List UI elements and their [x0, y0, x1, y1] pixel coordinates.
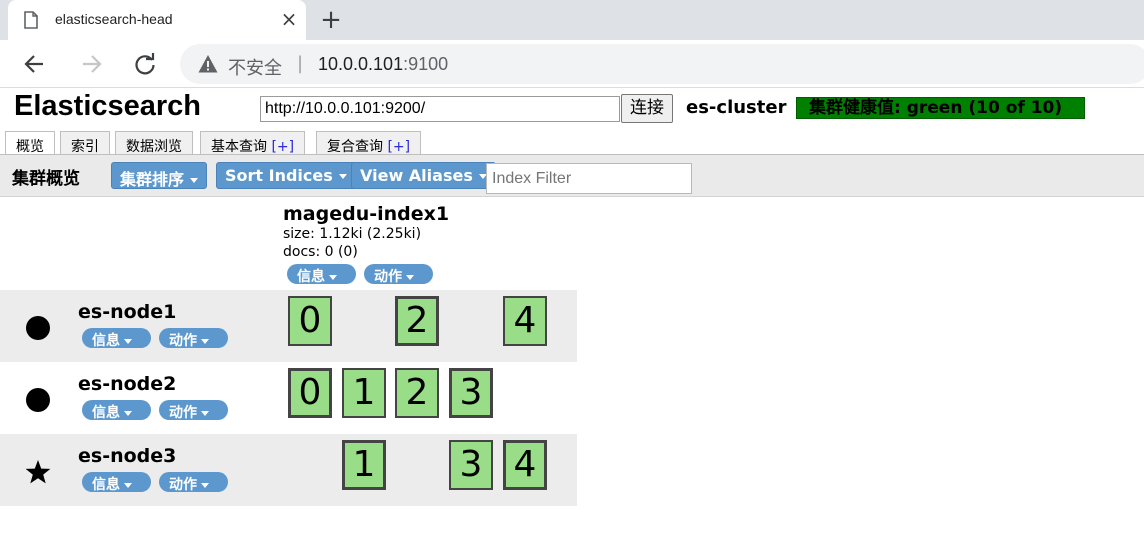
node-action-button[interactable]: 动作: [159, 328, 228, 348]
button-label: 集群排序: [120, 170, 185, 189]
browser-tab[interactable]: elasticsearch-head ×: [8, 0, 306, 40]
tab-label: 概览: [16, 139, 44, 155]
shard-box[interactable]: 3: [449, 368, 493, 418]
tab-basic-query[interactable]: 基本查询 [+]: [200, 131, 306, 156]
forward-arrow-icon[interactable]: [77, 50, 105, 78]
tab-label: 复合查询: [327, 139, 383, 155]
caret-down-icon: [406, 274, 414, 280]
node-row: es-node2 信息 动作 0 1 2 3: [0, 362, 577, 434]
button-label: 动作: [169, 477, 197, 492]
security-label[interactable]: 不安全: [228, 54, 282, 80]
button-label: Sort Indices: [225, 166, 333, 185]
tab-label: 基本查询: [211, 139, 267, 155]
shard-box[interactable]: 4: [503, 296, 547, 346]
caret-down-icon: [329, 274, 337, 280]
add-query-link[interactable]: [+]: [271, 139, 294, 155]
star-icon: [25, 460, 51, 484]
sort-indices-button[interactable]: Sort Indices: [216, 162, 356, 189]
caret-down-icon: [124, 338, 132, 344]
button-label: View Aliases: [360, 166, 473, 185]
tab-browser[interactable]: 数据浏览: [115, 131, 193, 156]
shard-box[interactable]: 1: [342, 368, 386, 418]
button-label: 信息: [92, 333, 120, 348]
index-size: size: 1.12ki (2.25ki): [283, 226, 422, 242]
shard-box[interactable]: 1: [342, 440, 386, 490]
back-arrow-icon[interactable]: [21, 50, 49, 78]
browser-tab-strip: elasticsearch-head × +: [0, 0, 1144, 40]
caret-down-icon: [201, 482, 209, 488]
browser-toolbar: 不安全 | 10.0.0.101:9100: [0, 40, 1144, 88]
node-name: es-node1: [78, 301, 177, 323]
button-label: 动作: [169, 333, 197, 348]
app-title: Elasticsearch: [14, 90, 202, 122]
separator: |: [297, 53, 304, 74]
connection-url-input[interactable]: [260, 96, 620, 122]
caret-down-icon: [201, 338, 209, 344]
node-info-button[interactable]: 信息: [82, 328, 151, 348]
sort-cluster-button[interactable]: 集群排序: [111, 162, 208, 189]
shard-box[interactable]: 0: [288, 296, 332, 346]
overview-title: 集群概览: [12, 169, 80, 189]
url-host: 10.0.0.101: [318, 54, 404, 74]
node-name: es-node2: [78, 373, 177, 395]
node-row: es-node3 信息 动作 1 3 4: [0, 434, 577, 506]
caret-down-icon: [338, 174, 347, 179]
index-info-button[interactable]: 信息: [287, 264, 356, 284]
circle-icon: [26, 316, 50, 340]
button-label: 信息: [297, 269, 325, 284]
new-tab-icon[interactable]: +: [318, 6, 344, 34]
index-filter-input[interactable]: [486, 163, 692, 194]
circle-icon: [26, 388, 50, 412]
shard-box[interactable]: 2: [395, 296, 439, 346]
node-action-button[interactable]: 动作: [159, 400, 228, 420]
shard-box[interactable]: 3: [449, 440, 493, 490]
url-text[interactable]: 10.0.0.101:9100: [318, 54, 448, 75]
node-info-button[interactable]: 信息: [82, 472, 151, 492]
page-icon: [24, 11, 38, 29]
close-tab-icon[interactable]: ×: [280, 8, 298, 30]
shard-box[interactable]: 0: [288, 368, 332, 418]
tab-indices[interactable]: 索引: [60, 131, 110, 156]
node-row: es-node1 信息 动作 0 2 4: [0, 290, 577, 362]
url-port: :9100: [403, 54, 449, 74]
shard-box[interactable]: 4: [503, 440, 547, 490]
add-query-link[interactable]: [+]: [387, 139, 410, 155]
index-action-button[interactable]: 动作: [364, 264, 433, 284]
address-bar[interactable]: 不安全 | 10.0.0.101:9100: [180, 44, 1144, 84]
warning-icon[interactable]: [198, 54, 218, 74]
shard-box[interactable]: 2: [395, 368, 439, 418]
button-label: 信息: [92, 477, 120, 492]
cluster-health-badge: 集群健康值: green (10 of 10): [796, 97, 1085, 119]
button-label: 信息: [92, 405, 120, 420]
view-aliases-button[interactable]: View Aliases: [351, 162, 496, 189]
tab-label: 索引: [71, 139, 99, 155]
tab-compound-query[interactable]: 复合查询 [+]: [316, 131, 422, 156]
connect-button[interactable]: 连接: [621, 94, 673, 123]
button-label: 动作: [374, 269, 402, 284]
caret-down-icon: [124, 482, 132, 488]
node-action-button[interactable]: 动作: [159, 472, 228, 492]
overview-toolbar: 集群概览 集群排序 Sort Indices View Aliases: [0, 155, 1144, 197]
index-docs: docs: 0 (0): [283, 244, 358, 260]
caret-down-icon: [124, 410, 132, 416]
index-name: magedu-index1: [283, 203, 450, 225]
tab-label: 数据浏览: [126, 139, 182, 155]
node-name: es-node3: [78, 445, 177, 467]
cluster-name: es-cluster: [686, 97, 787, 118]
node-info-button[interactable]: 信息: [82, 400, 151, 420]
reload-icon[interactable]: [131, 50, 159, 78]
caret-down-icon: [201, 410, 209, 416]
tab-title: elasticsearch-head: [55, 11, 173, 27]
caret-down-icon: [190, 178, 199, 183]
button-label: 动作: [169, 405, 197, 420]
